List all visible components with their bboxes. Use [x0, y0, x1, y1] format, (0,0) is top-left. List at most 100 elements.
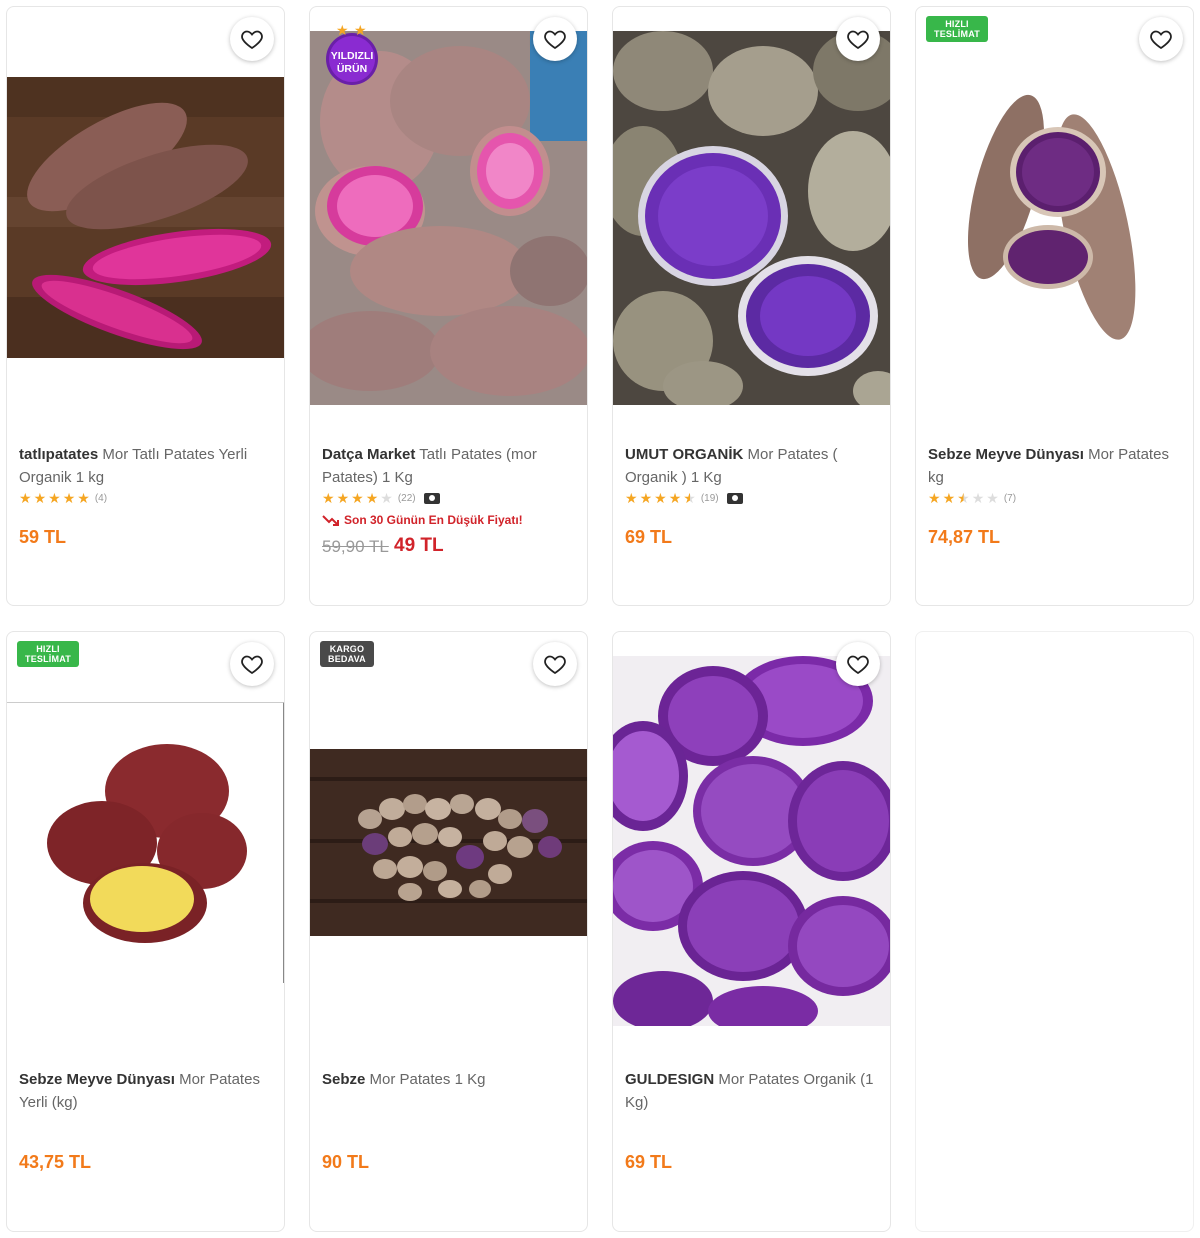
favorite-button[interactable]	[836, 642, 880, 686]
heart-icon	[544, 30, 566, 50]
price: 69 TL	[625, 1152, 673, 1172]
product-brand: Datça Market	[322, 446, 416, 463]
badge-line2: TESLİMAT	[934, 29, 980, 39]
product-image[interactable]	[310, 31, 587, 405]
product-image[interactable]	[310, 749, 587, 936]
badge-line2: TESLİMAT	[25, 654, 71, 664]
badge-line2: BEDAVA	[328, 654, 366, 664]
heart-icon	[847, 655, 869, 675]
star-icon: ★	[942, 490, 956, 506]
price: 69 TL	[625, 527, 673, 547]
product-card[interactable]: tatlıpatates Mor Tatlı Patates Yerli Org…	[6, 6, 285, 606]
star-icon: ★	[336, 490, 350, 506]
product-name[interactable]: tatlıpatates Mor Tatlı Patates Yerli Org…	[19, 443, 270, 489]
star-rating: ★ ★ ★ ★ ★	[19, 491, 90, 505]
product-name[interactable]: Sebze Meyve Dünyası Mor Patates Yerli (k…	[19, 1068, 270, 1114]
badge-line1: HIZLI	[36, 644, 60, 654]
star-icon: ★	[683, 490, 696, 506]
star-icon: ★	[365, 490, 379, 506]
heart-icon	[241, 30, 263, 50]
favorite-button[interactable]	[836, 17, 880, 61]
product-card[interactable]: KARGO BEDAVA Sebze Mor Patates 1 Kg 90 T…	[309, 631, 588, 1232]
rating[interactable]: ★ ★ ★ ★ ★ (7)	[928, 491, 1016, 505]
product-card[interactable]: HIZLI TESLİMAT Sebze Meyve Dünyası Mor P…	[915, 6, 1194, 606]
heart-icon	[241, 655, 263, 675]
product-card[interactable]: HIZLI TESLİMAT Sebze Meyve Dünyası Mor P…	[6, 631, 285, 1232]
star-icon: ★	[380, 490, 393, 506]
favorite-button[interactable]	[533, 642, 577, 686]
review-count: (4)	[94, 492, 108, 504]
product-image[interactable]	[916, 67, 1193, 367]
heart-icon	[544, 655, 566, 675]
camera-icon	[423, 492, 440, 504]
empty-card-slot	[915, 631, 1194, 1232]
product-brand: Sebze Meyve Dünyası	[928, 446, 1084, 463]
rating[interactable]: ★ ★ ★ ★ ★ (19)	[625, 491, 743, 505]
price: 74,87 TL	[928, 527, 1001, 547]
star-rating: ★ ★ ★ ★ ★	[928, 491, 999, 505]
product-name[interactable]: Datça Market Tatlı Patates (mor Patates)…	[322, 443, 573, 489]
star-icon: ★	[322, 490, 335, 506]
product-name[interactable]: GULDESIGN Mor Patates Organik (1 Kg)	[625, 1068, 876, 1114]
favorite-button[interactable]	[230, 17, 274, 61]
trend-down-icon	[322, 515, 339, 526]
star-rating: ★ ★ ★ ★ ★	[625, 491, 696, 505]
price: 59 TL	[19, 527, 67, 547]
star-rating: ★ ★ ★ ★ ★	[322, 491, 393, 505]
product-brand: UMUT ORGANİK	[625, 446, 744, 463]
rating[interactable]: ★ ★ ★ ★ ★ (4)	[19, 491, 107, 505]
review-count: (7)	[1003, 492, 1017, 504]
lowest-price-text: Son 30 Günün En Düşük Fiyatı!	[344, 513, 523, 527]
svg-text:★: ★	[354, 23, 367, 39]
product-name[interactable]: Sebze Meyve Dünyası Mor Patates kg	[928, 443, 1179, 489]
price: 49 TL	[394, 535, 444, 556]
star-icon: ★	[928, 490, 941, 506]
favorite-button[interactable]	[533, 17, 577, 61]
fast-delivery-badge: HIZLI TESLİMAT	[926, 16, 988, 42]
star-icon: ★	[625, 490, 638, 506]
star-icon: ★	[33, 490, 47, 506]
fast-delivery-badge: HIZLI TESLİMAT	[17, 641, 79, 667]
product-brand: tatlıpatates	[19, 446, 99, 463]
product-name[interactable]: UMUT ORGANİK Mor Patates ( Organik ) 1 K…	[625, 443, 876, 489]
favorite-button[interactable]	[230, 642, 274, 686]
product-brand: Sebze	[322, 1071, 366, 1088]
rating[interactable]: ★ ★ ★ ★ ★ (22)	[322, 491, 440, 505]
product-image[interactable]	[613, 31, 890, 405]
star-icon: ★	[639, 490, 653, 506]
badge-line2: ÜRÜN	[337, 62, 367, 75]
svg-text:★: ★	[336, 23, 349, 39]
product-image[interactable]	[7, 702, 284, 983]
product-brand: Sebze Meyve Dünyası	[19, 1071, 175, 1088]
heart-icon	[1150, 30, 1172, 50]
price: 43,75 TL	[19, 1152, 92, 1172]
product-card[interactable]: GULDESIGN Mor Patates Organik (1 Kg) 69 …	[612, 631, 891, 1232]
lowest-price-notice: Son 30 Günün En Düşük Fiyatı!	[322, 513, 523, 527]
favorite-button[interactable]	[1139, 17, 1183, 61]
badge-line1: YILDIZLI	[331, 50, 374, 62]
product-title: Mor Patates 1 Kg	[369, 1071, 486, 1088]
star-icon: ★	[668, 490, 682, 506]
star-icon: ★	[19, 490, 32, 506]
product-card[interactable]: UMUT ORGANİK Mor Patates ( Organik ) 1 K…	[612, 6, 891, 606]
badge-line1: KARGO	[329, 644, 365, 654]
star-icon: ★	[986, 490, 999, 506]
old-price: 59,90 TL	[322, 537, 389, 556]
review-count: (19)	[700, 492, 719, 504]
free-shipping-badge: KARGO BEDAVA	[320, 641, 374, 667]
product-image[interactable]	[613, 656, 890, 1026]
price: 90 TL	[322, 1152, 370, 1172]
star-icon: ★	[77, 490, 90, 506]
product-name[interactable]: Sebze Mor Patates 1 Kg	[322, 1068, 573, 1091]
product-card[interactable]: ★ ★ YILDIZLI ÜRÜN Datça Market Tatlı Pat…	[309, 6, 588, 606]
star-icon: ★	[957, 490, 970, 506]
star-icon: ★	[48, 490, 61, 506]
badge-line1: HIZLI	[945, 19, 969, 29]
star-icon: ★	[62, 490, 76, 506]
featured-product-badge: ★ ★ YILDIZLI ÜRÜN	[316, 21, 388, 85]
heart-icon	[847, 30, 869, 50]
review-count: (22)	[397, 492, 416, 504]
star-icon: ★	[971, 490, 985, 506]
camera-icon	[726, 492, 743, 504]
product-image[interactable]	[7, 77, 284, 358]
